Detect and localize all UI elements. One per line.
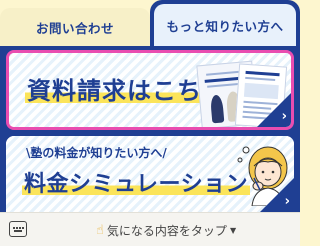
pointing-hand-icon: ☝ [96, 222, 104, 238]
caret-down-icon: ▼ [229, 225, 237, 235]
keyboard-icon[interactable] [9, 221, 27, 237]
tap-prompt-button[interactable]: ☝ 気になる内容をタップ ▼ [96, 221, 236, 239]
price-simulation-button[interactable]: \塾の料金が知りたい方へ/ 料金シミュレーション › [6, 136, 294, 212]
content-panel: 資料請求はこちら › \塾の料金が知りたい方へ/ 料金シミュレーション › [0, 46, 300, 212]
tab-more-info[interactable]: もっと知りたい方へ [150, 0, 300, 46]
chevron-right-icon: › [284, 194, 290, 209]
tab-bar: お問い合わせ もっと知りたい方へ [0, 0, 300, 46]
price-simulation-subtitle: \塾の料金が知りたい方へ/ [26, 146, 167, 160]
tap-prompt-label: 気になる内容をタップ [106, 223, 227, 238]
chevron-right-icon: › [281, 109, 287, 124]
tab-more-info-label: もっと知りたい方へ [166, 18, 284, 34]
price-simulation-title: 料金シミュレーション [22, 172, 251, 197]
brochure-request-button[interactable]: 資料請求はこちら › [6, 50, 294, 130]
tab-contact[interactable]: お問い合わせ [0, 8, 150, 46]
tab-more-info-inner: もっと知りたい方へ [154, 4, 296, 46]
bottom-bar: ☝ 気になる内容をタップ ▼ [0, 212, 300, 246]
tab-contact-label: お問い合わせ [35, 20, 114, 36]
